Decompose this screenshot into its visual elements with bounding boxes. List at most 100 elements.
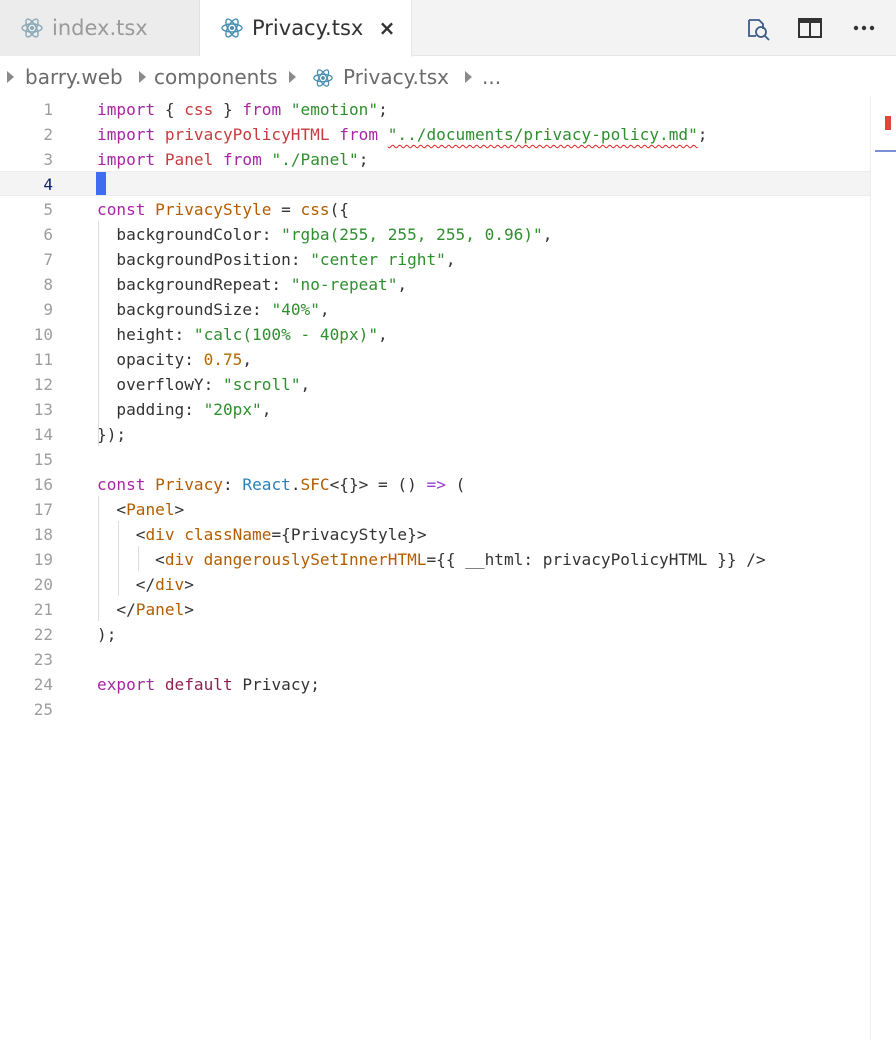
code-token: "scroll"	[223, 375, 301, 394]
code-editor[interactable]: 1 import { css } from "emotion"; 2 import p…	[0, 96, 896, 1040]
code-line[interactable]: 18 <div className={PrivacyStyle}>	[0, 522, 870, 547]
code-line[interactable]: 20 </div>	[0, 572, 870, 597]
code-line[interactable]: 16 const Privacy: React.SFC<{}> = () => (	[0, 472, 870, 497]
chevron-right-icon	[7, 71, 14, 83]
line-number: 4	[43, 175, 53, 194]
code-token: ;	[310, 675, 320, 694]
line-number: 21	[33, 600, 53, 619]
code-token: ,	[242, 350, 253, 369]
code-line[interactable]: 10 height: "calc(100% - 40px)",	[0, 322, 870, 347]
code-token: from	[223, 150, 262, 169]
breadcrumb-item-components[interactable]: components	[154, 64, 278, 90]
code-text: const PrivacyStyle = css({	[97, 197, 349, 222]
code-line[interactable]: 22);	[0, 622, 870, 647]
code-text: });	[97, 422, 126, 447]
code-token: privacyPolicyHTML	[164, 125, 330, 144]
code-token: backgroundColor	[116, 225, 262, 244]
code-token: import	[97, 150, 156, 169]
code-token: "no-repeat"	[290, 275, 398, 294]
code-token: padding	[116, 400, 185, 419]
code-line[interactable]: 13 padding: "20px",	[0, 397, 870, 422]
code-line[interactable]: 5 const PrivacyStyle = css({	[0, 197, 870, 222]
code-token: >	[184, 575, 194, 594]
code-line[interactable]: 19 <div dangerouslySetInnerHTML={{ __htm…	[0, 547, 870, 572]
overview-ruler[interactable]	[870, 96, 896, 1040]
code-token: >	[174, 500, 185, 519]
code-token: </	[97, 600, 136, 619]
code-text: export default Privacy;	[97, 672, 320, 697]
close-icon[interactable]: ×	[377, 15, 397, 41]
code-token: <	[97, 525, 146, 544]
code-token: :	[523, 550, 543, 569]
code-line[interactable]: 8 backgroundRepeat: "no-repeat",	[0, 272, 870, 297]
code-line[interactable]: 9 backgroundSize: "40%",	[0, 297, 870, 322]
code-token: PrivacyStyle	[155, 200, 272, 219]
code-token: :	[252, 300, 272, 319]
code-token: privacyPolicyHTML	[542, 550, 708, 569]
tab-privacy-tsx[interactable]: Privacy.tsx ×	[200, 0, 412, 57]
code-line[interactable]: 11 opacity: 0.75,	[0, 347, 870, 372]
code-line[interactable]: 12 overflowY: "scroll",	[0, 372, 870, 397]
code-line[interactable]: 3 import Panel from "./Panel";	[0, 147, 870, 172]
line-number: 17	[33, 500, 53, 519]
code-line[interactable]: 6 backgroundColor: "rgba(255, 255, 255, …	[0, 222, 870, 247]
code-text: height: "calc(100% - 40px)",	[97, 322, 387, 347]
breadcrumb-item-folder[interactable]: barry.web	[25, 64, 123, 90]
code-line[interactable]: 23	[0, 647, 870, 672]
line-number: 10	[33, 325, 53, 344]
code-line[interactable]: 4	[0, 172, 870, 197]
code-token: >	[184, 600, 194, 619]
code-line[interactable]: 1 import { css } from "emotion";	[0, 97, 870, 122]
code-line[interactable]: 21 </Panel>	[0, 597, 870, 622]
code-text: </div>	[97, 572, 194, 597]
code-token: <	[97, 550, 165, 569]
code-line[interactable]: 7 backgroundPosition: "center right",	[0, 247, 870, 272]
code-token: .	[290, 475, 301, 494]
tab-label: Privacy.tsx	[252, 16, 364, 40]
code-token: ={	[271, 525, 291, 544]
tab-index-tsx[interactable]: index.tsx	[0, 0, 200, 56]
breadcrumb-item-file[interactable]: Privacy.tsx	[343, 64, 449, 90]
code-text: <div dangerouslySetInnerHTML={{ __html: …	[97, 547, 766, 572]
code-token: (	[445, 475, 466, 494]
line-number: 20	[33, 575, 53, 594]
cursor-position-marker	[875, 150, 896, 152]
code-token: ,	[300, 375, 311, 394]
code-token: ={{	[426, 550, 466, 569]
code-token: }} />	[707, 550, 766, 569]
line-number: 7	[43, 250, 53, 269]
code-line[interactable]: 2 import privacyPolicyHTML from "../docum…	[0, 122, 870, 147]
code-line[interactable]: 15	[0, 447, 870, 472]
code-line[interactable]: 17 <Panel>	[0, 497, 870, 522]
line-number: 23	[33, 650, 53, 669]
code-line[interactable]: 14});	[0, 422, 870, 447]
more-actions-icon[interactable]	[850, 14, 878, 42]
code-text: import { css } from "emotion";	[97, 97, 388, 122]
code-token: :	[203, 375, 223, 394]
breadcrumb-item-symbols[interactable]: ...	[482, 64, 501, 90]
code-text: );	[97, 622, 116, 647]
code-line[interactable]: 24 export default Privacy;	[0, 672, 870, 697]
indent-guide	[118, 521, 119, 596]
code-token: Panel	[126, 500, 175, 519]
split-editor-icon[interactable]	[796, 14, 824, 42]
code-token: ,	[542, 225, 553, 244]
code-token: :	[184, 400, 204, 419]
code-token: const	[97, 200, 146, 219]
code-text: overflowY: "scroll",	[97, 372, 310, 397]
tab-bar: index.tsx Privacy.tsx ×	[0, 0, 896, 57]
code-token: :	[261, 225, 282, 244]
code-line[interactable]: 25	[0, 697, 870, 722]
open-changes-icon[interactable]	[744, 14, 772, 42]
code-token: div	[164, 550, 194, 569]
code-token: __html	[465, 550, 524, 569]
code-token: :	[271, 275, 291, 294]
